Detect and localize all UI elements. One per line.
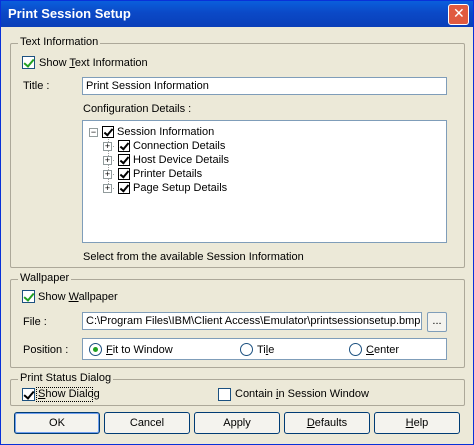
label-part: H xyxy=(405,417,414,429)
collapse-icon[interactable]: − xyxy=(89,128,98,137)
show-wallpaper-checkbox[interactable] xyxy=(22,290,35,303)
label-part: ext Information xyxy=(74,57,148,69)
selection-hint: Select from the available Session Inform… xyxy=(83,251,304,263)
defaults-button[interactable]: Defaults xyxy=(284,412,370,434)
close-button[interactable]: ✕ xyxy=(448,4,469,25)
label-part: e xyxy=(268,344,275,356)
tree-checkbox-session-information[interactable] xyxy=(102,126,114,138)
label-part: Show xyxy=(39,57,70,69)
position-label: Position : xyxy=(23,344,69,356)
label-part: elp xyxy=(413,417,429,429)
tree-checkbox-connection-details[interactable] xyxy=(118,140,130,152)
label-part: D xyxy=(306,417,315,429)
center-radio[interactable] xyxy=(349,343,362,356)
contain-in-session-window-checkbox[interactable] xyxy=(218,388,231,401)
show-text-information-label[interactable]: Show Text Information xyxy=(39,57,148,69)
label-part: Ti xyxy=(257,344,266,356)
text-information-legend: Text Information xyxy=(18,36,101,48)
fit-to-window-label[interactable]: Fit to Window xyxy=(106,344,173,356)
show-text-information-checkbox[interactable] xyxy=(22,56,35,69)
title-input[interactable]: Print Session Information xyxy=(82,77,447,95)
configuration-details-label: Configuration Details : xyxy=(83,103,192,115)
label-part: F xyxy=(106,344,113,356)
tree-node-page-setup-details[interactable]: Page Setup Details xyxy=(133,182,227,194)
help-button[interactable]: Help xyxy=(374,412,460,434)
wallpaper-file-input[interactable]: C:\Program Files\IBM\Client Access\Emula… xyxy=(82,312,422,330)
expand-icon[interactable]: + xyxy=(103,184,112,193)
configuration-tree[interactable]: − Session Information + Connection Detai… xyxy=(82,120,447,243)
expand-icon[interactable]: + xyxy=(103,142,112,151)
tree-node-printer-details[interactable]: Printer Details xyxy=(133,168,202,180)
label-part: efaults xyxy=(314,417,348,429)
tree-node-host-device-details[interactable]: Host Device Details xyxy=(133,154,229,166)
cancel-button[interactable]: Cancel xyxy=(104,412,190,434)
tree-checkbox-page-setup-details[interactable] xyxy=(118,182,130,194)
show-wallpaper-label[interactable]: Show Wallpaper xyxy=(38,291,118,303)
title-bar[interactable]: Print Session Setup ✕ xyxy=(1,1,473,27)
label-part: n Session Window xyxy=(278,388,369,400)
label-part: enter xyxy=(373,344,400,356)
window-title: Print Session Setup xyxy=(8,6,131,21)
tree-node-connection-details[interactable]: Connection Details xyxy=(133,140,225,152)
browse-button[interactable]: ... xyxy=(427,312,447,332)
label-part: it to Window xyxy=(112,344,173,356)
show-dialog-checkbox[interactable] xyxy=(22,388,35,401)
tree-checkbox-host-device-details[interactable] xyxy=(118,154,130,166)
print-session-setup-dialog: Print Session Setup ✕ Text Information S… xyxy=(0,0,474,445)
label-part: C xyxy=(366,344,374,356)
expand-icon[interactable]: + xyxy=(103,170,112,179)
label-part: how Dialog xyxy=(45,388,100,400)
center-label[interactable]: Center xyxy=(366,344,399,356)
tile-label[interactable]: Tile xyxy=(257,344,274,356)
ok-button[interactable]: OK xyxy=(14,412,100,434)
label-part: allpaper xyxy=(78,291,118,303)
title-label: Title : xyxy=(23,80,50,92)
close-icon: ✕ xyxy=(453,5,465,21)
tree-checkbox-printer-details[interactable] xyxy=(118,168,130,180)
print-status-legend: Print Status Dialog xyxy=(18,372,114,384)
label-part: W xyxy=(68,291,79,303)
fit-to-window-radio[interactable] xyxy=(89,343,102,356)
tile-radio[interactable] xyxy=(240,343,253,356)
wallpaper-legend: Wallpaper xyxy=(18,272,72,284)
apply-button[interactable]: Apply xyxy=(194,412,280,434)
tree-node-session-information[interactable]: Session Information xyxy=(117,126,214,138)
file-label: File : xyxy=(23,316,47,328)
label-part: Contain xyxy=(235,388,276,400)
expand-icon[interactable]: + xyxy=(103,156,112,165)
contain-in-session-window-label[interactable]: Contain in Session Window xyxy=(235,388,369,400)
show-dialog-label[interactable]: Show Dialog xyxy=(38,388,100,400)
label-part: Show xyxy=(38,291,69,303)
